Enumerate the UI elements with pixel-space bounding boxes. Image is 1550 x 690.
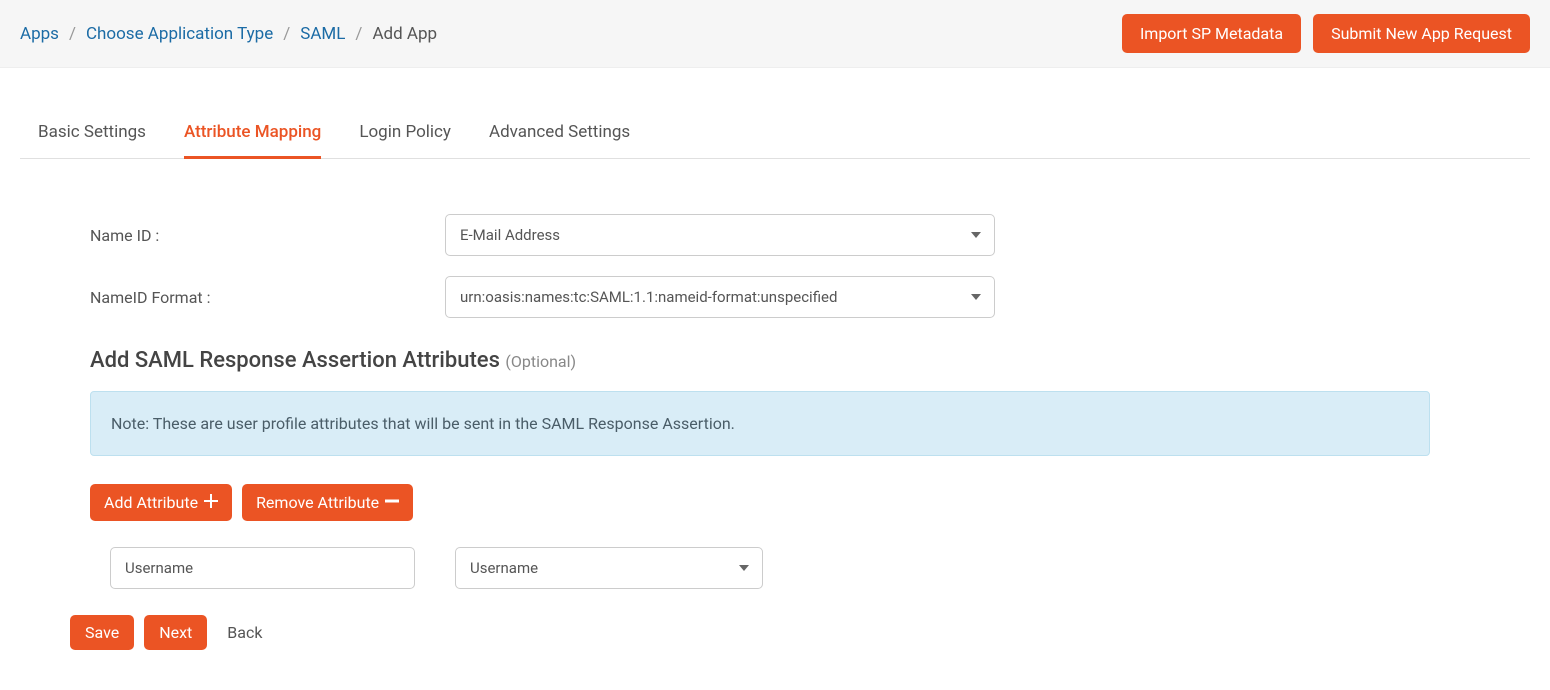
tab-attribute-mapping[interactable]: Attribute Mapping: [184, 108, 321, 159]
name-id-select[interactable]: E-Mail Address: [445, 214, 995, 256]
breadcrumb-current: Add App: [372, 24, 437, 44]
content: Basic Settings Attribute Mapping Login P…: [0, 108, 1550, 690]
attribute-actions: Add Attribute Remove Attribute: [90, 484, 1430, 521]
topbar: Apps / Choose Application Type / SAML / …: [0, 0, 1550, 68]
info-note: Note: These are user profile attributes …: [90, 391, 1430, 456]
breadcrumb-sep: /: [283, 24, 290, 44]
remove-attribute-label: Remove Attribute: [256, 493, 379, 512]
nameid-format-label: NameID Format :: [90, 288, 445, 307]
breadcrumb: Apps / Choose Application Type / SAML / …: [20, 24, 437, 44]
name-id-row: Name ID : E-Mail Address: [90, 214, 1430, 256]
attribute-value-select-wrap: Username: [455, 547, 763, 589]
back-button[interactable]: Back: [217, 615, 272, 650]
tabs: Basic Settings Attribute Mapping Login P…: [20, 108, 1530, 159]
plus-icon: [204, 494, 218, 512]
attribute-name-input[interactable]: [110, 547, 415, 589]
breadcrumb-choose-type[interactable]: Choose Application Type: [86, 24, 273, 44]
tab-login-policy[interactable]: Login Policy: [359, 108, 451, 159]
nameid-format-select[interactable]: urn:oasis:names:tc:SAML:1.1:nameid-forma…: [445, 276, 995, 318]
assertion-attributes-heading: Add SAML Response Assertion Attributes (…: [90, 348, 1430, 373]
add-attribute-label: Add Attribute: [104, 493, 198, 512]
breadcrumb-apps[interactable]: Apps: [20, 24, 59, 44]
import-metadata-button[interactable]: Import SP Metadata: [1122, 14, 1301, 53]
name-id-label: Name ID :: [90, 226, 445, 245]
tab-basic-settings[interactable]: Basic Settings: [38, 108, 146, 159]
heading-text: Add SAML Response Assertion Attributes: [90, 348, 500, 373]
tab-advanced-settings[interactable]: Advanced Settings: [489, 108, 630, 159]
next-button[interactable]: Next: [144, 615, 207, 650]
add-attribute-button[interactable]: Add Attribute: [90, 484, 232, 521]
topbar-actions: Import SP Metadata Submit New App Reques…: [1122, 14, 1530, 53]
attribute-value-select[interactable]: Username: [455, 547, 763, 589]
save-button[interactable]: Save: [70, 615, 134, 650]
breadcrumb-sep: /: [69, 24, 76, 44]
nameid-format-row: NameID Format : urn:oasis:names:tc:SAML:…: [90, 276, 1430, 318]
attribute-row: Username: [90, 547, 1430, 589]
footer-actions: Save Next Back: [70, 615, 1430, 650]
heading-optional: (Optional): [505, 352, 576, 371]
name-id-select-wrap: E-Mail Address: [445, 214, 995, 256]
remove-attribute-button[interactable]: Remove Attribute: [242, 484, 413, 521]
submit-app-request-button[interactable]: Submit New App Request: [1313, 14, 1530, 53]
minus-icon: [385, 494, 399, 512]
breadcrumb-sep: /: [355, 24, 362, 44]
form-area: Name ID : E-Mail Address NameID Format :…: [20, 159, 1500, 650]
nameid-format-select-wrap: urn:oasis:names:tc:SAML:1.1:nameid-forma…: [445, 276, 995, 318]
breadcrumb-saml[interactable]: SAML: [300, 24, 345, 44]
